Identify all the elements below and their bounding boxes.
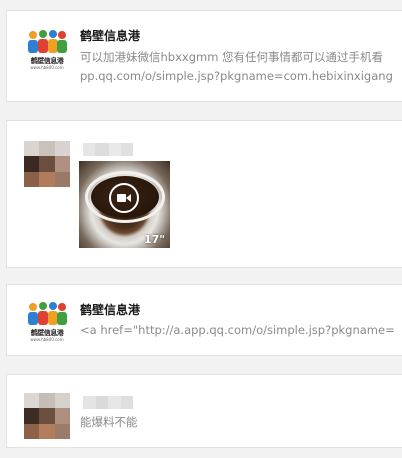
message-text: 能爆料不能 (80, 415, 138, 429)
list-item[interactable]: 鹤壁信息港 www.hb800.com 鹤壁信息港 <a href="http:… (6, 284, 402, 356)
avatar[interactable] (24, 393, 70, 439)
video-thumbnail[interactable]: 17" (79, 161, 170, 248)
logo-people-icon (28, 302, 67, 325)
list-item[interactable]: 鹤壁信息港 www.hb800.com 鹤壁信息港 可以加港妹微信hbxxgmm… (6, 10, 402, 102)
video-camera-icon[interactable] (109, 183, 139, 213)
logo-people-icon (28, 30, 67, 53)
message-text: <a href="http://a.app.qq.com/o/simple.js… (80, 323, 395, 337)
sender-name[interactable]: 鹤壁信息港 (80, 301, 140, 318)
logo-url: www.hb800.com (30, 65, 64, 70)
message-feed: 鹤壁信息港 www.hb800.com 鹤壁信息港 可以加港妹微信hbxxgmm… (0, 0, 402, 458)
sender-name[interactable]: 鹤壁信息港 (80, 27, 140, 44)
avatar[interactable]: 鹤壁信息港 www.hb800.com (24, 27, 70, 73)
video-duration: 17" (143, 233, 165, 246)
message-text: 可以加港妹微信hbxxgmm 您有任何事情都可以通过手机看 (80, 50, 384, 64)
avatar[interactable] (24, 141, 70, 187)
logo-url: www.hb800.com (30, 337, 64, 342)
message-text[interactable]: pp.qq.com/o/simple.jsp?pkgname=com.hebix… (80, 67, 393, 86)
avatar[interactable]: 鹤壁信息港 www.hb800.com (24, 299, 70, 345)
sender-name-blurred[interactable] (83, 396, 133, 409)
sender-name-blurred[interactable] (83, 143, 133, 156)
list-item[interactable]: 能爆料不能 (6, 374, 402, 448)
list-item[interactable]: 17" (6, 120, 402, 268)
